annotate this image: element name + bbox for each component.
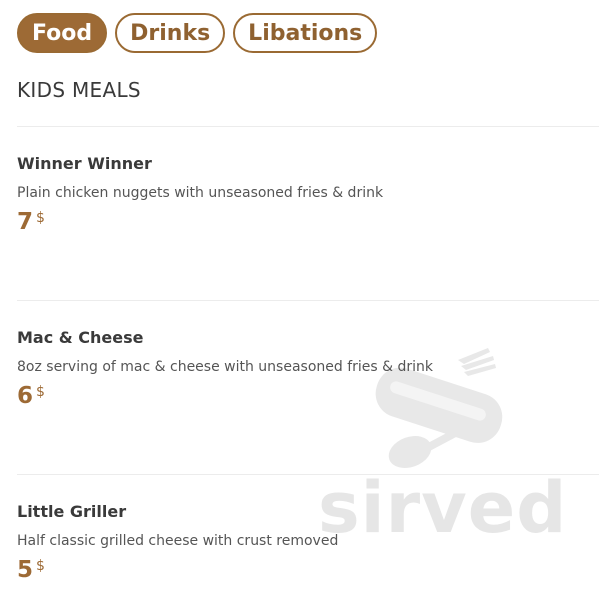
menu-page: Food Drinks Libations KIDS MEALS sirved … [0, 0, 608, 612]
item-name: Mac & Cheese [17, 328, 144, 347]
item-name: Little Griller [17, 502, 127, 521]
section-title: KIDS MEALS [17, 78, 141, 102]
price-currency: $ [36, 558, 45, 574]
price-currency: $ [36, 384, 45, 400]
tab-drinks[interactable]: Drinks [115, 13, 226, 53]
item-description: Plain chicken nuggets with unseasoned fr… [17, 185, 384, 201]
price-value: 6 [17, 383, 34, 409]
price-currency: $ [36, 210, 45, 226]
divider [17, 474, 599, 475]
item-description: 8oz serving of mac & cheese with unseaso… [17, 359, 434, 375]
tab-libations[interactable]: Libations [233, 13, 378, 53]
divider [17, 126, 599, 127]
menu-item[interactable]: Little Griller Half classic grilled chee… [17, 502, 577, 583]
divider [17, 300, 599, 301]
menu-item[interactable]: Mac & Cheese 8oz serving of mac & cheese… [17, 328, 577, 409]
price-value: 7 [17, 209, 34, 235]
item-price: 7 $ [17, 209, 577, 235]
item-name: Winner Winner [17, 154, 152, 173]
item-price: 5 $ [17, 557, 577, 583]
menu-tabs: Food Drinks Libations [17, 13, 378, 53]
menu-item[interactable]: Winner Winner Plain chicken nuggets with… [17, 154, 577, 235]
tab-food[interactable]: Food [17, 13, 108, 53]
item-description: Half classic grilled cheese with crust r… [17, 533, 339, 549]
item-price: 6 $ [17, 383, 577, 409]
price-value: 5 [17, 557, 34, 583]
